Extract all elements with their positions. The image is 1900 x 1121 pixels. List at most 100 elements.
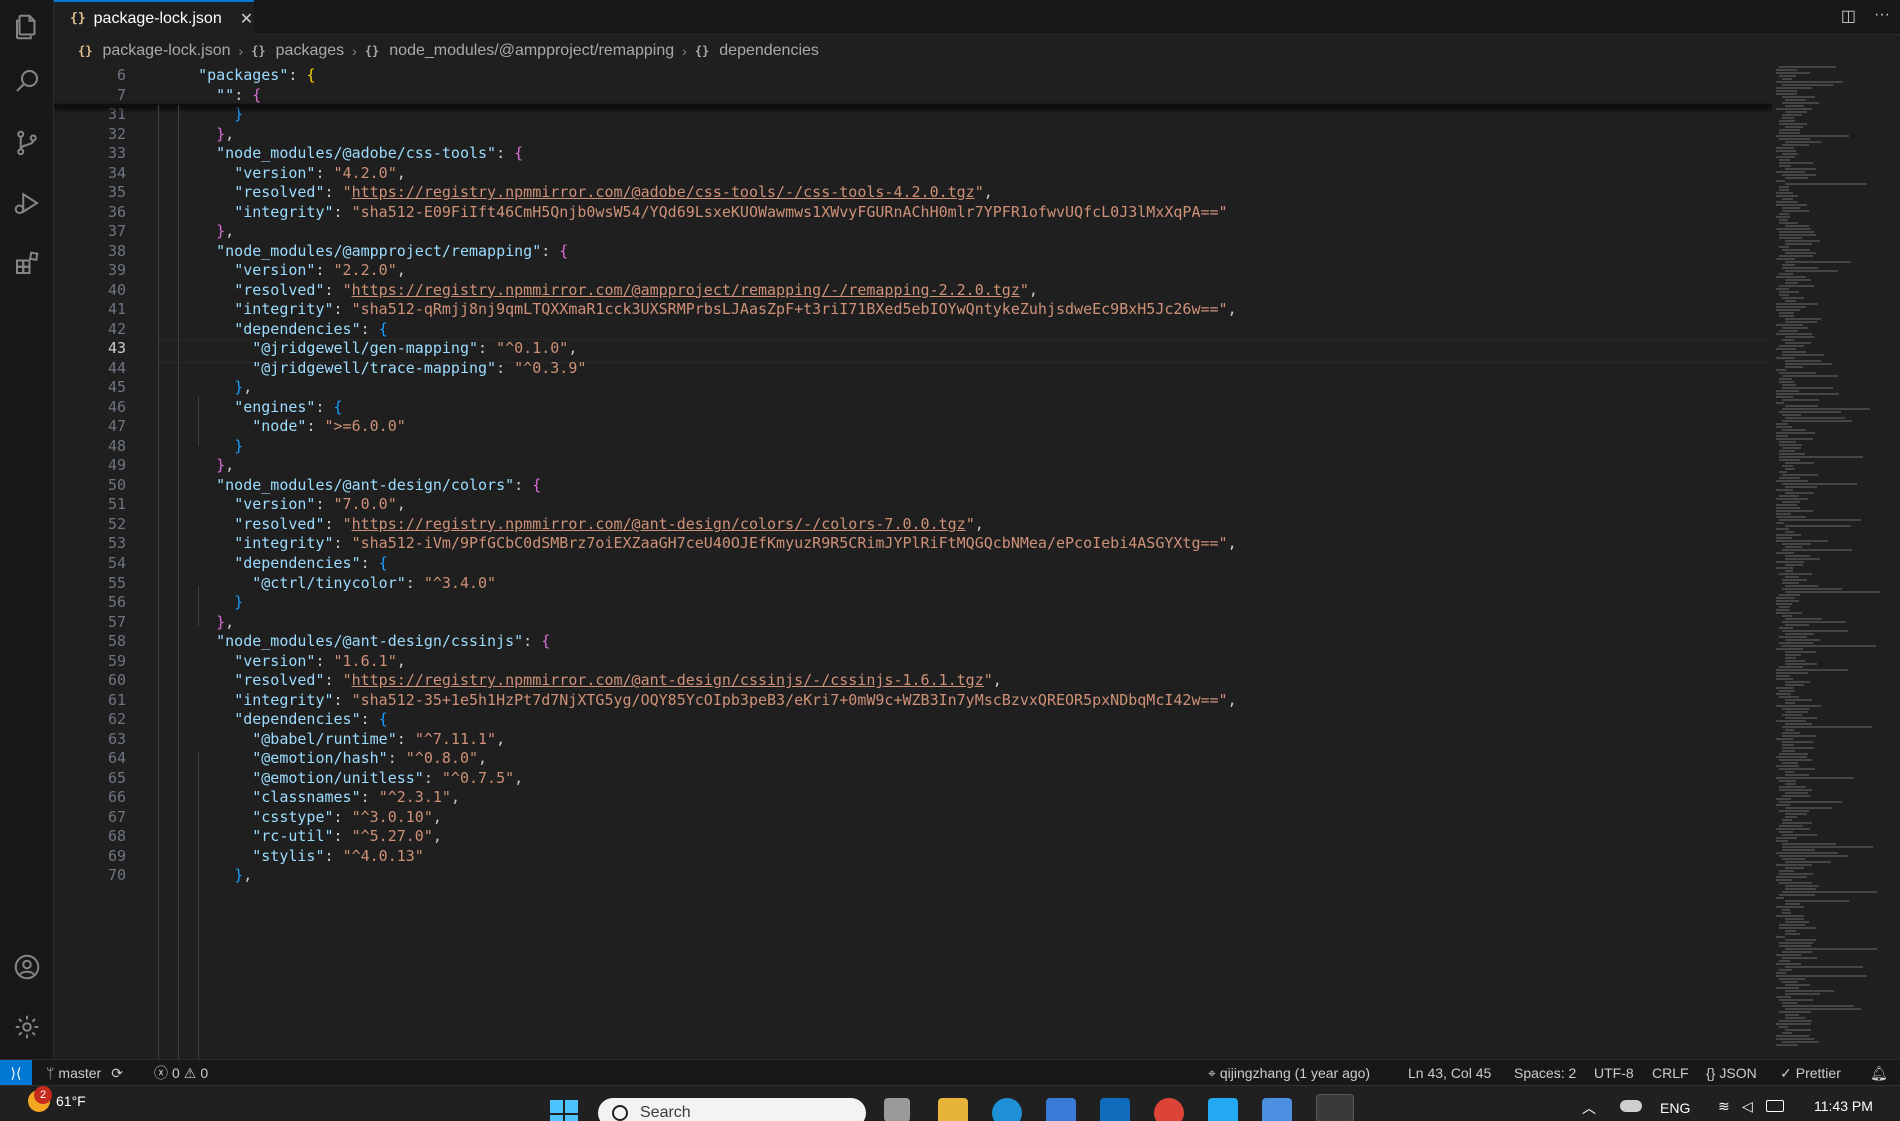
code-line[interactable]: 53 "integrity": "sha512-iVm/9PfGCbC0dSMB… [54,534,1772,554]
code-line[interactable]: 41 "integrity": "sha512-qRmjj8nj9qmLTQXX… [54,300,1772,320]
cursor-position[interactable]: Ln 43, Col 45 [1408,1060,1491,1086]
code-line[interactable]: 39 "version": "2.2.0", [54,261,1772,281]
task-view-icon[interactable] [884,1098,910,1121]
terminal-icon[interactable] [1316,1094,1354,1121]
end-of-line[interactable]: CRLF [1652,1060,1689,1086]
code-line[interactable]: 55 "@ctrl/tinycolor": "^3.4.0" [54,574,1772,594]
outlook-icon[interactable] [1100,1098,1130,1121]
code-line[interactable]: 58 "node_modules/@ant-design/cssinjs": { [54,632,1772,652]
code-line[interactable]: 44 "@jridgewell/trace-mapping": "^0.3.9" [54,359,1772,379]
code-line[interactable]: 37 }, [54,222,1772,242]
close-icon[interactable]: ✕ [240,9,253,29]
code-editor[interactable]: 6 "packages": {7 "": {31 } 32 }, 33 "node_… [54,66,1772,1059]
ms-store-icon[interactable] [1046,1098,1076,1121]
run-debug-icon[interactable] [0,176,54,230]
code-line[interactable]: 6 "packages": { [54,66,1772,86]
code-line[interactable]: 62 "dependencies": { [54,710,1772,730]
code-line[interactable]: 67 "csstype": "^3.0.10", [54,808,1772,828]
code-line[interactable]: 42 "dependencies": { [54,320,1772,340]
code-line[interactable]: 56 } [54,593,1772,613]
remote-indicator-icon[interactable]: ⟩⟨ [0,1060,32,1086]
more-actions-icon[interactable]: ··· [1874,6,1890,26]
code-line[interactable]: 70 }, [54,866,1772,886]
language-mode[interactable]: {} JSON [1706,1060,1757,1086]
windows-start-icon[interactable] [550,1100,578,1121]
clock-time[interactable]: 11:43 PM [1814,1098,1873,1114]
code-line[interactable]: 46 "engines": { [54,398,1772,418]
breadcrumb-item-remapping[interactable]: node_modules/@ampproject/remapping [389,42,674,60]
code-line[interactable]: 60 "resolved": "https://registry.npmmirr… [54,671,1772,691]
code-line[interactable]: 35 "resolved": "https://registry.npmmirr… [54,183,1772,203]
code-line[interactable]: 54 "dependencies": { [54,554,1772,574]
tray-chevron-up-icon[interactable]: ︿ [1582,1098,1596,1118]
code-line[interactable]: 31 } [54,105,1772,125]
code-line[interactable]: 59 "version": "1.6.1", [54,652,1772,672]
taskbar-search[interactable]: Search [598,1098,866,1121]
explorer-icon[interactable] [0,0,54,54]
code-line[interactable]: 49 }, [54,456,1772,476]
code-line[interactable]: 32 }, [54,125,1772,145]
minimap-line [1776,597,1795,599]
code-line[interactable]: 69 "stylis": "^4.0.13" [54,847,1772,867]
weather-widget[interactable]: 2 61°F [28,1086,86,1112]
input-language[interactable]: ENG [1660,1100,1690,1116]
breadcrumb-item-packages[interactable]: packages [276,42,345,60]
breadcrumb-item-dependencies[interactable]: dependencies [719,42,819,60]
tab-package-lock-json[interactable]: {} package-lock.json ✕ [54,0,254,35]
code-line[interactable]: 38 "node_modules/@ampproject/remapping":… [54,242,1772,262]
source-control-icon[interactable] [0,116,54,170]
minimap-line [1782,819,1792,821]
minimap-line [1779,642,1814,644]
minimap-line [1779,696,1800,698]
onedrive-cloud-icon[interactable] [1620,1100,1642,1112]
code-line[interactable]: 64 "@emotion/hash": "^0.8.0", [54,749,1772,769]
volume-icon[interactable]: ◁ [1742,1098,1753,1115]
indentation[interactable]: Spaces: 2 [1514,1060,1576,1086]
code-line[interactable]: 57 }, [54,613,1772,633]
minimap-line [1776,228,1811,230]
status-bar: ⟩⟨ ᛘ master ⟳ ⓧ 0 ⚠ 0 ⌖ qijingzhang (1 y… [0,1059,1900,1086]
code-line[interactable]: 68 "rc-util": "^5.27.0", [54,827,1772,847]
breadcrumb-item-file[interactable]: package-lock.json [102,42,230,60]
minimap[interactable] [1772,66,1900,1059]
code-line[interactable]: 34 "version": "4.2.0", [54,164,1772,184]
notepad-icon[interactable] [1262,1098,1292,1121]
chrome-icon[interactable] [1154,1098,1184,1121]
code-line[interactable]: 51 "version": "7.0.0", [54,495,1772,515]
sync-icon[interactable]: ⟳ [111,1065,123,1082]
code-line[interactable]: 33 "node_modules/@adobe/css-tools": { [54,144,1772,164]
code-line[interactable]: 63 "@babel/runtime": "^7.11.1", [54,730,1772,750]
accounts-icon[interactable] [0,940,54,994]
search-icon[interactable] [0,54,54,108]
code-line[interactable]: 61 "integrity": "sha512-35+1e5h1HzPt7d7N… [54,691,1772,711]
file-explorer-icon[interactable] [938,1098,968,1121]
encoding[interactable]: UTF-8 [1594,1060,1634,1086]
notifications-bell-icon[interactable]: 🔔︎ [1870,1060,1888,1086]
git-blame[interactable]: ⌖ qijingzhang (1 year ago) [1208,1060,1370,1086]
vscode-icon[interactable] [1208,1098,1238,1121]
code-line[interactable]: 47 "node": ">=6.0.0" [54,417,1772,437]
code-line[interactable]: 50 "node_modules/@ant-design/colors": { [54,476,1772,496]
problems-indicator[interactable]: ⓧ 0 ⚠ 0 [154,1060,208,1086]
code-line[interactable]: 7 "": { [54,86,1772,106]
line-number: 35 [107,183,126,202]
split-editor-icon[interactable]: ◫ [1841,6,1856,26]
extensions-icon[interactable] [0,236,54,290]
code-line[interactable]: 45 }, [54,378,1772,398]
code-line[interactable]: 52 "resolved": "https://registry.npmmirr… [54,515,1772,535]
minimap-line [1785,270,1839,272]
code-line[interactable]: 43 "@jridgewell/gen-mapping": "^0.1.0", [54,339,1772,364]
code-line[interactable]: 36 "integrity": "sha512-E09FiIft46CmH5Qn… [54,203,1772,223]
code-line[interactable]: 48 } [54,437,1772,457]
wifi-icon[interactable]: ≋ [1718,1098,1730,1115]
minimap-line [1776,516,1806,518]
code-line[interactable]: 40 "resolved": "https://registry.npmmirr… [54,281,1772,301]
settings-gear-icon[interactable] [0,1000,54,1054]
prettier-status[interactable]: ✓ Prettier [1780,1060,1841,1086]
code-line[interactable]: 65 "@emotion/unitless": "^0.7.5", [54,769,1772,789]
code-text: "@emotion/unitless": "^0.7.5", [252,768,524,787]
code-line[interactable]: 66 "classnames": "^2.3.1", [54,788,1772,808]
branch-indicator[interactable]: ᛘ master ⟳ [46,1060,123,1086]
edge-browser-icon[interactable] [992,1098,1022,1121]
battery-icon[interactable] [1766,1100,1784,1112]
